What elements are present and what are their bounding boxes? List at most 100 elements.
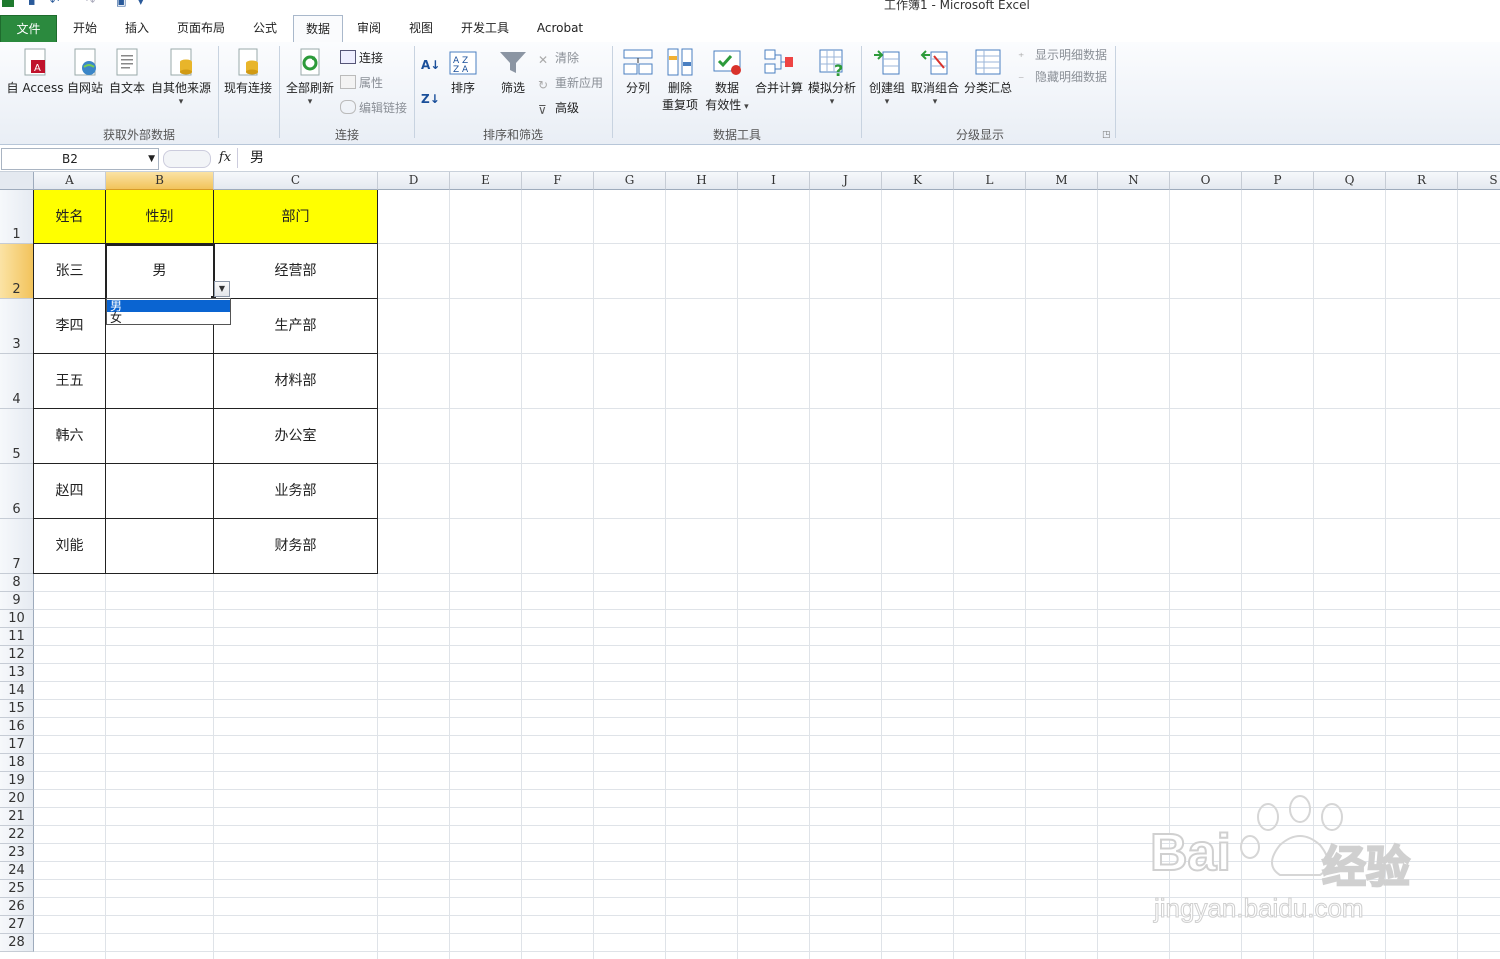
chevron-down-icon[interactable]: ▼ — [148, 149, 155, 169]
column-header-J[interactable]: J — [810, 172, 882, 190]
print-preview-icon[interactable]: ▣ — [116, 0, 130, 8]
cell-A5[interactable]: 韩六 — [34, 409, 105, 464]
from-text-button[interactable]: 自文本 — [106, 46, 148, 97]
formula-input[interactable]: 男 — [237, 148, 1500, 168]
column-header-M[interactable]: M — [1026, 172, 1098, 190]
cell-B1[interactable]: 性别 — [106, 190, 213, 244]
row-header-5[interactable]: 5 — [0, 409, 34, 464]
column-header-R[interactable]: R — [1386, 172, 1458, 190]
validation-dropdown-list[interactable]: 男 女 — [106, 298, 231, 325]
tab-insert[interactable]: 插入 — [114, 14, 160, 42]
row-header-23[interactable]: 23 — [0, 844, 34, 862]
refresh-all-button[interactable]: 全部刷新 ▾ — [284, 46, 336, 107]
select-all-corner[interactable] — [0, 172, 34, 190]
cell-B4[interactable] — [106, 354, 213, 409]
row-header-14[interactable]: 14 — [0, 682, 34, 700]
cell-A3[interactable]: 李四 — [34, 299, 105, 354]
column-header-Q[interactable]: Q — [1314, 172, 1386, 190]
column-header-S[interactable]: S — [1458, 172, 1500, 190]
cell-A1[interactable]: 姓名 — [34, 190, 105, 244]
save-icon[interactable]: ▪ — [28, 0, 42, 8]
dropdown-option-female[interactable]: 女 — [107, 312, 230, 324]
row-header-2[interactable]: 2 — [0, 244, 34, 299]
row-header-26[interactable]: 26 — [0, 898, 34, 916]
existing-connections-button[interactable]: 现有连接 — [222, 46, 274, 97]
row-header-15[interactable]: 15 — [0, 700, 34, 718]
undo-icon[interactable]: ↶ — [50, 0, 64, 8]
cell-C1[interactable]: 部门 — [214, 190, 377, 244]
from-access-button[interactable]: A 自 Access — [4, 46, 66, 97]
cell-A6[interactable]: 赵四 — [34, 464, 105, 519]
clear-filter-button[interactable]: ✕ 清除 — [538, 49, 579, 67]
row-header-13[interactable]: 13 — [0, 664, 34, 682]
row-header-7[interactable]: 7 — [0, 519, 34, 574]
column-header-N[interactable]: N — [1098, 172, 1170, 190]
tab-home[interactable]: 开始 — [62, 14, 108, 42]
customize-quick-access-icon[interactable]: ▾ — [138, 0, 152, 8]
name-box[interactable]: B2 ▼ — [1, 148, 159, 170]
tab-page-layout[interactable]: 页面布局 — [166, 14, 236, 42]
row-header-10[interactable]: 10 — [0, 610, 34, 628]
redo-icon[interactable]: ↷ — [86, 0, 100, 8]
column-header-D[interactable]: D — [378, 172, 450, 190]
row-header-11[interactable]: 11 — [0, 628, 34, 646]
sort-ascending-icon[interactable]: A↓ — [421, 56, 443, 78]
column-header-L[interactable]: L — [954, 172, 1026, 190]
column-header-E[interactable]: E — [450, 172, 522, 190]
tab-formulas[interactable]: 公式 — [242, 14, 288, 42]
hide-detail-button[interactable]: ⁻ 隐藏明细数据 — [1018, 68, 1107, 86]
row-header-19[interactable]: 19 — [0, 772, 34, 790]
advanced-filter-button[interactable]: ⊽ 高级 — [538, 99, 579, 117]
formula-bar-resize-handle[interactable] — [163, 150, 211, 168]
remove-duplicates-button[interactable]: 删除 重复项 — [660, 46, 700, 114]
cell-B5[interactable] — [106, 409, 213, 464]
cell-C4[interactable]: 材料部 — [214, 354, 377, 409]
edit-links-button[interactable]: 编辑链接 — [340, 99, 407, 117]
tab-review[interactable]: 审阅 — [346, 14, 392, 42]
tab-data[interactable]: 数据 — [293, 15, 343, 43]
column-header-P[interactable]: P — [1242, 172, 1314, 190]
cell-C5[interactable]: 办公室 — [214, 409, 377, 464]
row-header-6[interactable]: 6 — [0, 464, 34, 519]
row-header-17[interactable]: 17 — [0, 736, 34, 754]
row-header-28[interactable]: 28 — [0, 934, 34, 952]
row-header-9[interactable]: 9 — [0, 592, 34, 610]
group-button[interactable]: 创建组 ▾ — [866, 46, 908, 107]
reapply-button[interactable]: ↻ 重新应用 — [538, 74, 603, 92]
dropdown-option-male[interactable]: 男 — [107, 300, 230, 312]
show-detail-button[interactable]: ⁺ 显示明细数据 — [1018, 46, 1107, 64]
row-header-4[interactable]: 4 — [0, 354, 34, 409]
column-header-H[interactable]: H — [666, 172, 738, 190]
cell-B7[interactable] — [106, 519, 213, 574]
column-header-G[interactable]: G — [594, 172, 666, 190]
column-header-I[interactable]: I — [738, 172, 810, 190]
cell-C7[interactable]: 财务部 — [214, 519, 377, 574]
sort-descending-icon[interactable]: Z↓ — [421, 90, 443, 112]
column-header-F[interactable]: F — [522, 172, 594, 190]
row-header-1[interactable]: 1 — [0, 190, 34, 244]
tab-developer[interactable]: 开发工具 — [450, 14, 520, 42]
column-header-B[interactable]: B — [106, 172, 214, 190]
cell-C2[interactable]: 经营部 — [214, 244, 377, 299]
row-header-18[interactable]: 18 — [0, 754, 34, 772]
row-header-16[interactable]: 16 — [0, 718, 34, 736]
what-if-analysis-button[interactable]: ? 模拟分析 ▾ — [806, 46, 858, 107]
cell-A2[interactable]: 张三 — [34, 244, 105, 299]
cell-A4[interactable]: 王五 — [34, 354, 105, 409]
column-header-K[interactable]: K — [882, 172, 954, 190]
data-validation-button[interactable]: 数据 有效性 ▾ — [704, 46, 750, 116]
cell-B6[interactable] — [106, 464, 213, 519]
validation-dropdown-button[interactable]: ▼ — [214, 281, 230, 297]
cell-C6[interactable]: 业务部 — [214, 464, 377, 519]
row-header-21[interactable]: 21 — [0, 808, 34, 826]
subtotal-button[interactable]: 分类汇总 — [962, 46, 1014, 97]
ungroup-button[interactable]: 取消组合 ▾ — [910, 46, 960, 107]
tab-view[interactable]: 视图 — [398, 14, 444, 42]
row-header-12[interactable]: 12 — [0, 646, 34, 664]
tab-acrobat[interactable]: Acrobat — [526, 14, 594, 42]
row-header-20[interactable]: 20 — [0, 790, 34, 808]
worksheet-grid[interactable]: ABCDEFGHIJKLMNOPQRS 1 2 3 4 5 6 7 8 9 10 11 12 13 14 1… — [0, 172, 1500, 959]
dialog-launcher-icon[interactable]: ◳ — [1102, 126, 1111, 144]
row-header-25[interactable]: 25 — [0, 880, 34, 898]
row-header-27[interactable]: 27 — [0, 916, 34, 934]
